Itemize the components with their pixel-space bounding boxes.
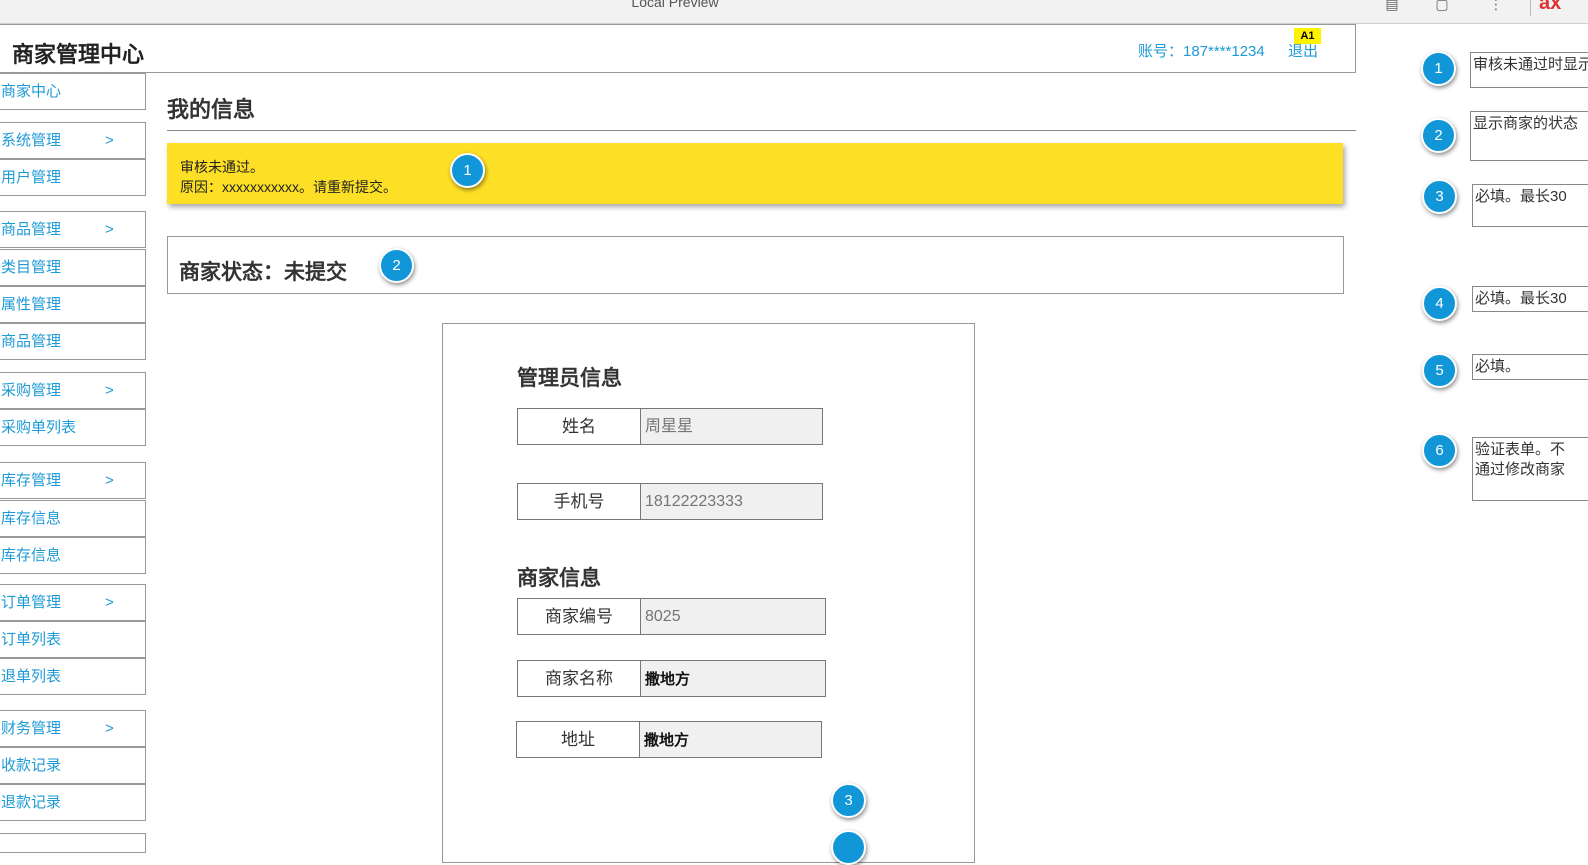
- note-6-line-1: 验证表单。不: [1475, 441, 1566, 458]
- sidebar-group-products[interactable]: 商品管理 >: [0, 211, 146, 248]
- axure-logo: ax: [1530, 0, 1588, 16]
- sidebar-item-order-list[interactable]: 订单列表: [0, 621, 146, 658]
- sidebar-item-label: 库存信息: [1, 510, 62, 527]
- chevron-right-icon: >: [105, 382, 114, 399]
- sidebar-item-label: 采购单列表: [1, 419, 77, 436]
- sidebar-item-return-list[interactable]: 退单列表: [0, 658, 146, 695]
- address-field[interactable]: [639, 721, 822, 758]
- sidebar-item-label: 库存信息: [1, 547, 62, 564]
- sidebar-item-attributes[interactable]: 属性管理: [0, 286, 146, 323]
- note-4: 必填。最长30: [1472, 286, 1588, 312]
- page-title: 我的信息: [167, 97, 256, 122]
- note-6: 验证表单。不 通过修改商家: [1472, 437, 1588, 501]
- note-marker-1: 1: [1421, 51, 1456, 86]
- name-label: 姓名: [517, 408, 641, 445]
- alert-line-2: 原因：xxxxxxxxxxx。请重新提交。: [180, 179, 397, 195]
- sidebar-item-label: 库存管理: [1, 472, 62, 489]
- sidebar-item-products[interactable]: 商品管理: [0, 323, 146, 360]
- sidebar-item-label: 订单列表: [1, 631, 62, 648]
- document-icon[interactable]: ▢: [1432, 0, 1452, 12]
- annotation-marker-3: 3: [831, 783, 866, 818]
- more-icon[interactable]: ⋮: [1486, 0, 1506, 12]
- sidebar-item-receipts[interactable]: 收款记录: [0, 747, 146, 784]
- sidebar-item-label: 财务管理: [1, 720, 62, 737]
- sidebar-group-finance[interactable]: 财务管理 >: [0, 710, 146, 747]
- name-field[interactable]: [640, 408, 823, 445]
- browser-title: Local Preview: [631, 0, 719, 10]
- axure-logo-text: ax: [1539, 0, 1562, 14]
- sidebar-item-label: 订单管理: [1, 594, 62, 611]
- note-marker-4: 4: [1422, 286, 1457, 321]
- chevron-right-icon: >: [105, 720, 114, 737]
- sidebar-item-refunds[interactable]: 退款记录: [0, 784, 146, 821]
- sidebar-divider: [0, 833, 146, 853]
- chevron-right-icon: >: [105, 132, 114, 149]
- sidebar-item-merchant-center[interactable]: 商家中心: [0, 73, 146, 110]
- sidebar-item-inventory-info-2[interactable]: 库存信息: [0, 537, 146, 574]
- account-label: 账号：187****1234: [1138, 43, 1265, 60]
- sidebar-item-label: 退单列表: [1, 668, 62, 685]
- note-5: 必填。: [1472, 354, 1588, 380]
- note-1: 审核未通过时显示: [1470, 52, 1588, 88]
- sidebar-item-label: 商品管理: [1, 221, 62, 238]
- address-label: 地址: [516, 721, 640, 758]
- a1-badge: A1: [1294, 28, 1321, 44]
- sidebar-group-purchasing[interactable]: 采购管理 >: [0, 372, 146, 409]
- sidebar-item-inventory-info[interactable]: 库存信息: [0, 500, 146, 537]
- sidebar-group-system[interactable]: 系统管理 >: [0, 122, 146, 159]
- note-marker-5: 5: [1422, 353, 1457, 388]
- sidebar-item-categories[interactable]: 类目管理: [0, 249, 146, 286]
- merchant-id-field[interactable]: [640, 598, 826, 635]
- note-marker-6: 6: [1422, 433, 1457, 468]
- note-3: 必填。最长30: [1472, 184, 1588, 227]
- note-2: 显示商家的状态: [1470, 111, 1588, 161]
- info-form-panel: [442, 323, 975, 863]
- chevron-right-icon: >: [105, 594, 114, 611]
- phone-field[interactable]: [640, 483, 823, 520]
- note-6-line-2: 通过修改商家: [1475, 461, 1566, 478]
- merchant-status: 商家状态：未提交: [179, 261, 347, 284]
- note-marker-3: 3: [1422, 179, 1457, 214]
- merchant-name-field[interactable]: [640, 660, 826, 697]
- annotation-marker-2: 2: [379, 248, 414, 283]
- sidebar-item-label: 商品管理: [1, 333, 62, 350]
- sidebar-item-label: 系统管理: [1, 132, 62, 149]
- annotation-marker-1: 1: [450, 153, 485, 188]
- admin-section-title: 管理员信息: [517, 367, 622, 390]
- sidebar-group-orders[interactable]: 订单管理 >: [0, 584, 146, 621]
- sidebar-group-inventory[interactable]: 库存管理 >: [0, 462, 146, 499]
- sidebar-item-purchase-orders[interactable]: 采购单列表: [0, 409, 146, 446]
- sidebar-item-label: 类目管理: [1, 259, 62, 276]
- sidebar-item-label: 用户管理: [1, 169, 62, 186]
- merchant-id-label: 商家编号: [517, 598, 641, 635]
- sidebar-item-label: 收款记录: [1, 757, 62, 774]
- note-marker-2: 2: [1421, 118, 1456, 153]
- title-divider: [167, 130, 1356, 131]
- page-icon[interactable]: ▤: [1382, 0, 1402, 12]
- sidebar-item-label: 退款记录: [1, 794, 62, 811]
- sidebar-item-label: 采购管理: [1, 382, 62, 399]
- chevron-right-icon: >: [105, 221, 114, 238]
- app-title: 商家管理中心: [12, 42, 145, 67]
- merchant-section-title: 商家信息: [517, 567, 601, 590]
- sidebar-item-label: 商家中心: [1, 83, 62, 100]
- phone-label: 手机号: [517, 483, 641, 520]
- alert-line-1: 审核未通过。: [180, 159, 264, 175]
- sidebar-item-label: 属性管理: [1, 296, 62, 313]
- merchant-name-label: 商家名称: [517, 660, 641, 697]
- sidebar-item-users[interactable]: 用户管理: [0, 159, 146, 196]
- chevron-right-icon: >: [105, 472, 114, 489]
- rejection-alert: 审核未通过。 原因：xxxxxxxxxxx。请重新提交。: [167, 143, 1343, 204]
- browser-toolbar: [0, 0, 1588, 24]
